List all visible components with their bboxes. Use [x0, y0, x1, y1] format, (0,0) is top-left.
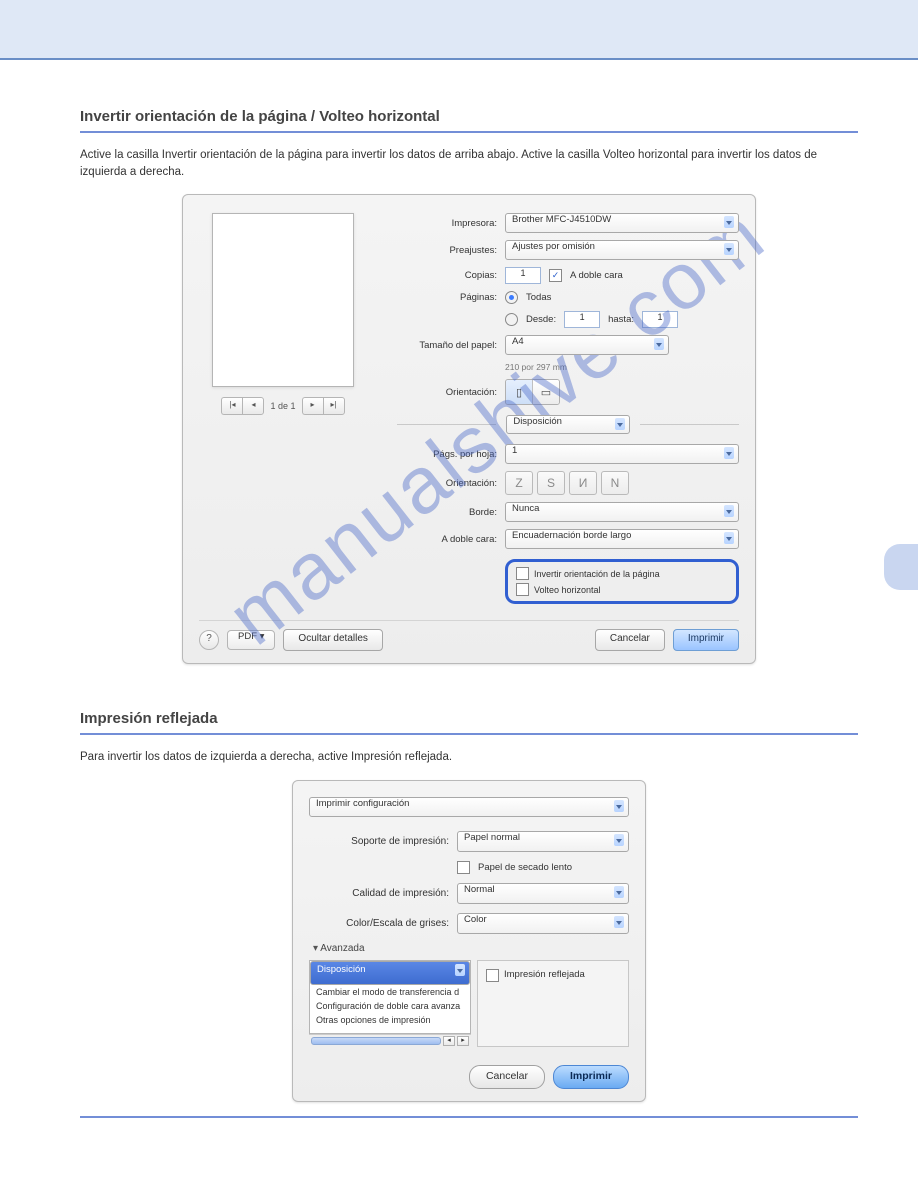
print-config-dialog: Imprimir configuración Soporte de impres… [292, 780, 646, 1102]
pdf-button[interactable]: PDF ▾ [227, 630, 275, 650]
select-impresora[interactable]: Brother MFC-J4510DW [505, 213, 739, 233]
advanced-panel: Impresión reflejada [477, 960, 629, 1047]
dialog2-footer: Cancelar Imprimir [309, 1065, 629, 1089]
hide-details-button[interactable]: Ocultar detalles [283, 629, 382, 651]
select-section[interactable]: Disposición [506, 415, 629, 434]
print-button-2[interactable]: Imprimir [553, 1065, 629, 1089]
input-copias[interactable]: 1 [505, 267, 541, 284]
list-item[interactable]: Disposición [310, 961, 470, 985]
list-item[interactable]: Otras opciones de impresión [310, 1013, 470, 1027]
advanced-listbox-wrapper: Disposición Cambiar el modo de transfere… [309, 960, 471, 1047]
scrollbar-thumb[interactable] [311, 1037, 441, 1045]
print-button[interactable]: Imprimir [673, 629, 739, 651]
orientation-toggle[interactable]: ▯ ▭ [505, 379, 560, 405]
label-reflejada: Impresión reflejada [504, 969, 585, 980]
preview-column: |◂ ◂ 1 de 1 ▸ ▸| [199, 213, 367, 604]
checkbox-secado[interactable] [457, 861, 470, 874]
label-orientacion2: Orientación: [385, 478, 497, 489]
select-preajustes[interactable]: Ajustes por omisión [505, 240, 739, 260]
label-preajustes: Preajustes: [385, 245, 497, 256]
select-pags-hoja[interactable]: 1 [505, 444, 739, 464]
select-calidad[interactable]: Normal [457, 883, 629, 904]
pager-first-icon[interactable]: |◂ [221, 397, 242, 415]
page-body: Invertir orientación de la página / Volt… [0, 60, 918, 1118]
end-rule [80, 1116, 858, 1118]
orientation-landscape-icon[interactable]: ▭ [532, 380, 559, 404]
checkbox-volteo[interactable] [516, 583, 529, 596]
label-desde: Desde: [526, 314, 556, 325]
label-paginas: Páginas: [385, 292, 497, 303]
label-invertir: Invertir orientación de la página [534, 569, 660, 579]
advanced-listbox[interactable]: Disposición Cambiar el modo de transfere… [309, 960, 471, 1034]
print-dialog: |◂ ◂ 1 de 1 ▸ ▸| Impresora: Brother MFC-… [182, 194, 756, 664]
cancel-button-2[interactable]: Cancelar [469, 1065, 545, 1089]
select-doble-cara[interactable]: Encuadernación borde largo [505, 529, 739, 549]
pager-prev-icon[interactable]: ◂ [242, 397, 264, 415]
scroll-right-icon[interactable]: ▸ [457, 1036, 469, 1046]
section1-rule [80, 131, 858, 133]
label-tamano-sub: 210 por 297 mm [505, 362, 739, 372]
form-column: Impresora: Brother MFC-J4510DW Preajuste… [385, 213, 739, 604]
label-tamano: Tamaño del papel: [385, 340, 497, 351]
input-hasta[interactable]: 1 [642, 311, 678, 328]
input-desde[interactable]: 1 [564, 311, 600, 328]
label-copias: Copias: [385, 270, 497, 281]
label-calidad: Calidad de impresión: [309, 888, 449, 899]
layout-dir-2-icon[interactable]: S [537, 471, 565, 495]
list-item[interactable]: Configuración de doble cara avanza [310, 999, 470, 1013]
pager-last-icon[interactable]: ▸| [323, 397, 345, 415]
section2-para: Para invertir los datos de izquierda a d… [80, 749, 858, 766]
radio-desde[interactable] [505, 313, 518, 326]
label-doble-cara-chk: A doble cara [570, 270, 623, 281]
checkbox-invertir[interactable] [516, 567, 529, 580]
label-secado: Papel de secado lento [478, 862, 572, 873]
pager-label: 1 de 1 [270, 401, 295, 411]
pager-next-icon[interactable]: ▸ [302, 397, 323, 415]
help-button[interactable]: ? [199, 630, 219, 650]
layout-direction-group: Z S И N [505, 471, 629, 495]
label-orientacion: Orientación: [385, 387, 497, 398]
header-band [0, 0, 918, 60]
layout-dir-3-icon[interactable]: И [569, 471, 597, 495]
cancel-button[interactable]: Cancelar [595, 629, 665, 651]
preview-sheet [212, 213, 354, 387]
section2-heading: Impresión reflejada [80, 710, 858, 727]
orientation-portrait-icon[interactable]: ▯ [506, 380, 532, 404]
advanced-disclosure[interactable]: Avanzada [313, 943, 629, 954]
pager: |◂ ◂ 1 de 1 ▸ ▸| [221, 397, 344, 415]
select-color[interactable]: Color [457, 913, 629, 934]
page: { "watermark": "manualshive.com", "secti… [0, 0, 918, 1188]
label-soporte: Soporte de impresión: [309, 836, 449, 847]
section1-para: Active la casilla Invertir orientación d… [80, 147, 858, 180]
section1-heading: Invertir orientación de la página / Volt… [80, 108, 858, 125]
select-tamano[interactable]: A4 [505, 335, 669, 355]
highlighted-options: Invertir orientación de la página Volteo… [505, 559, 739, 604]
label-impresora: Impresora: [385, 218, 497, 229]
label-pags-hoja: Págs. por hoja: [385, 449, 497, 460]
label-volteo: Volteo horizontal [534, 585, 601, 595]
list-item[interactable]: Cambiar el modo de transferencia d [310, 985, 470, 999]
layout-dir-4-icon[interactable]: N [601, 471, 629, 495]
select-borde[interactable]: Nunca [505, 502, 739, 522]
section2-rule [80, 733, 858, 735]
list-scrollbar[interactable]: ◂ ▸ [309, 1034, 471, 1047]
select-print-config[interactable]: Imprimir configuración [309, 797, 629, 817]
dialog1-footer: ? PDF ▾ Ocultar detalles Cancelar Imprim… [199, 620, 739, 651]
label-color: Color/Escala de grises: [309, 918, 449, 929]
label-hasta: hasta: [608, 314, 634, 325]
label-borde: Borde: [385, 507, 497, 518]
select-soporte[interactable]: Papel normal [457, 831, 629, 852]
radio-todas[interactable] [505, 291, 518, 304]
checkbox-reflejada[interactable] [486, 969, 499, 982]
layout-dir-1-icon[interactable]: Z [505, 471, 533, 495]
label-todas: Todas [526, 292, 551, 303]
label-doble-cara: A doble cara: [385, 534, 497, 545]
checkbox-doble-cara[interactable] [549, 269, 562, 282]
scroll-left-icon[interactable]: ◂ [443, 1036, 455, 1046]
side-tab [884, 544, 918, 590]
